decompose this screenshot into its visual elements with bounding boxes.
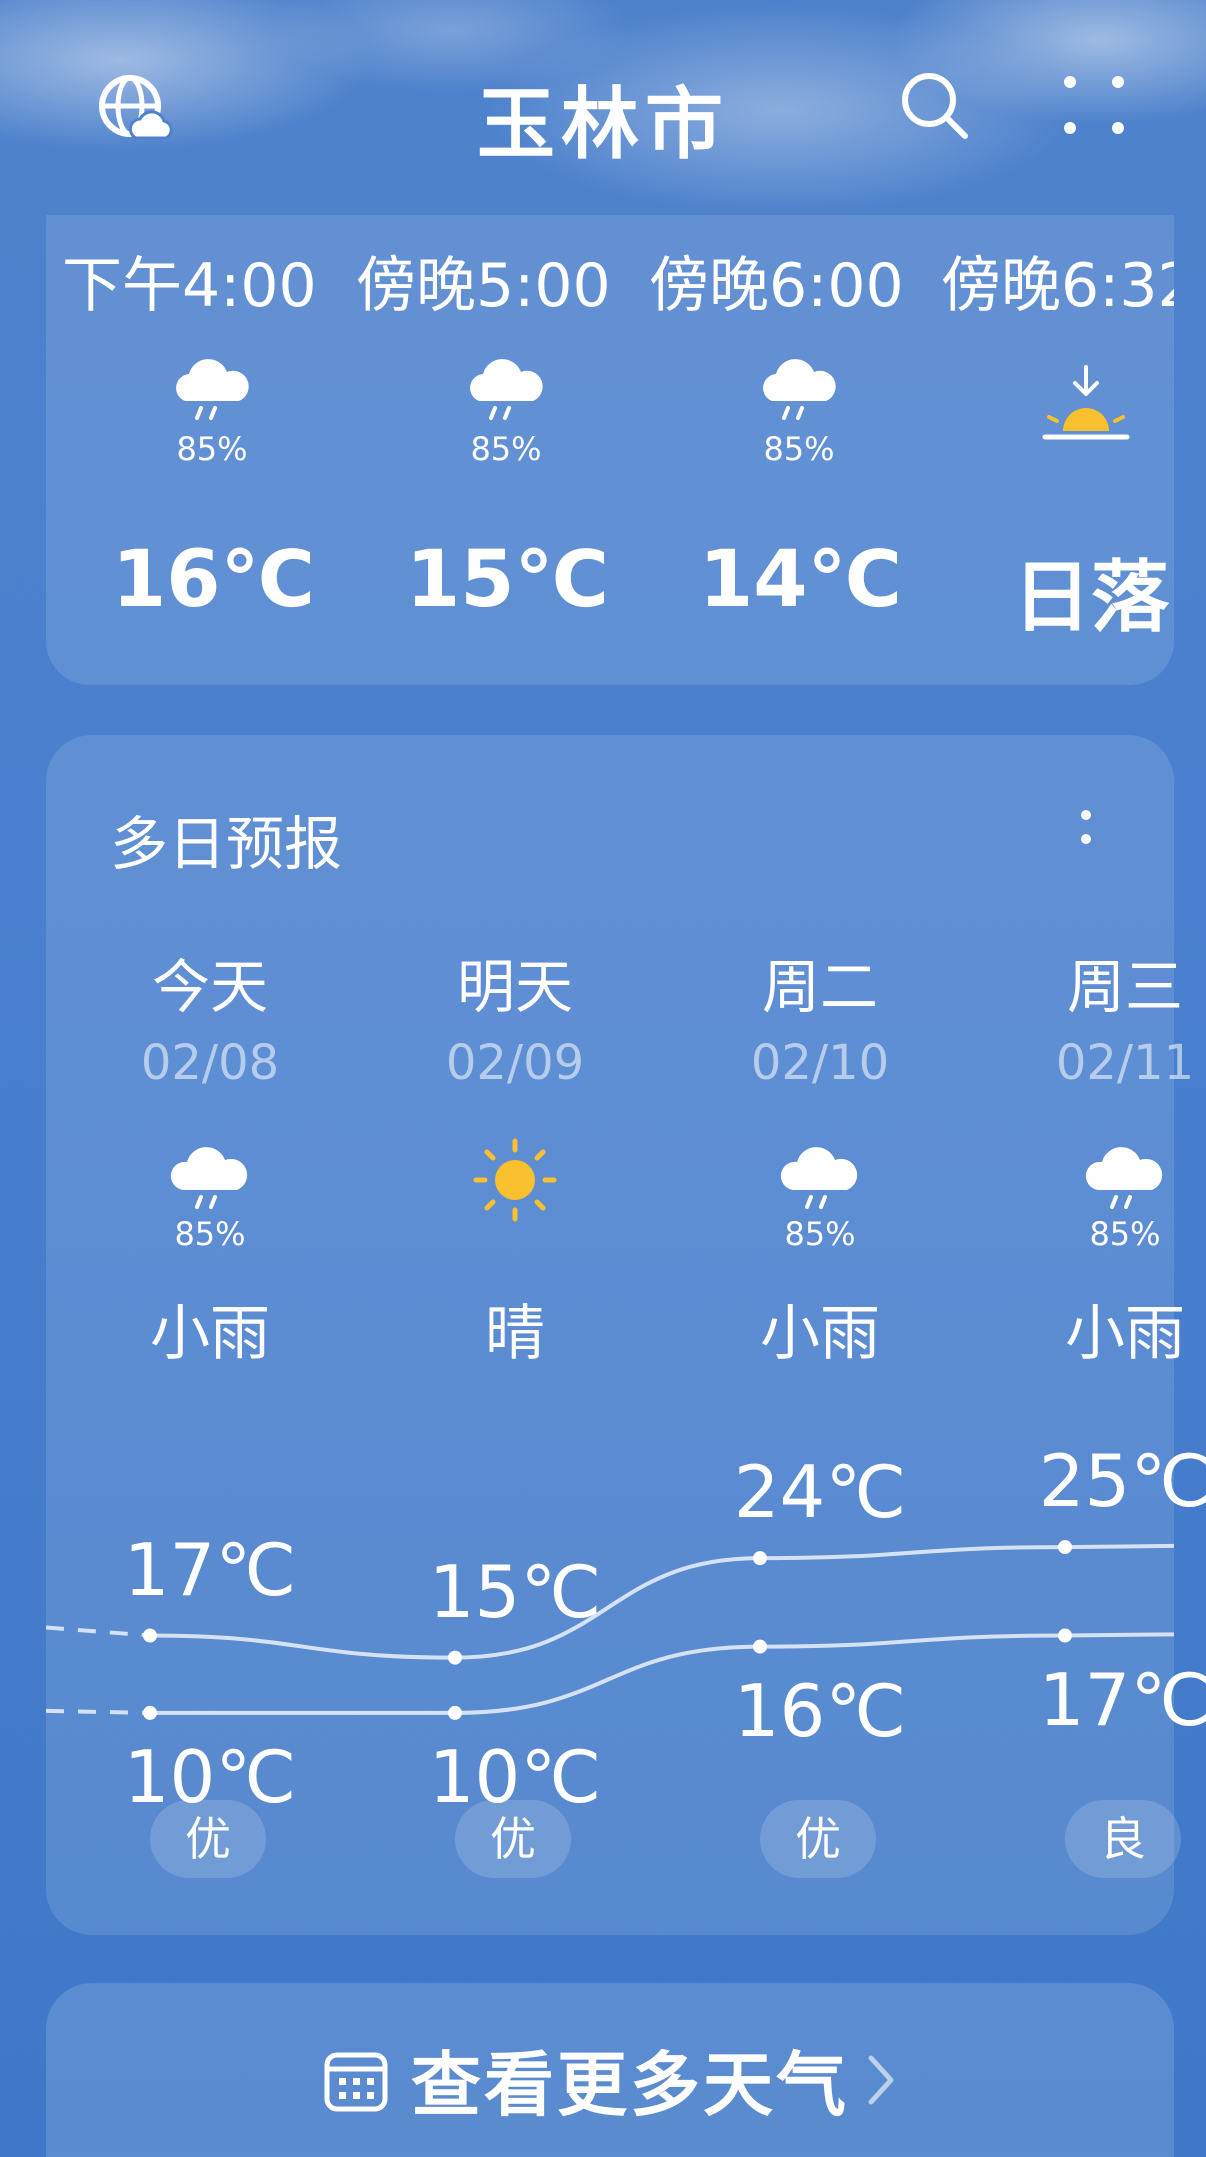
light-rain-cloud-icon	[754, 355, 844, 425]
sunset-label: 日落	[1012, 553, 1169, 643]
hour-temp: 14℃	[699, 535, 902, 625]
precip-chance: 85%	[176, 430, 248, 468]
high-temp: 17℃	[123, 1527, 297, 1612]
hour-time: 傍晚5:00	[356, 251, 611, 321]
hour-temp: 16℃	[112, 535, 315, 625]
day-column[interactable]: 周二 02/10 85% 小雨 24℃ 16℃ 优	[700, 735, 940, 1935]
precip-chance: 85%	[763, 430, 835, 468]
weather-condition: 小雨	[150, 1299, 270, 1369]
hour-temp: 15℃	[406, 535, 609, 625]
day-date: 02/08	[140, 1035, 280, 1091]
four-dots-menu-icon[interactable]	[1060, 70, 1130, 140]
more-weather-label: 查看更多天气	[411, 2044, 849, 2126]
day-name: 周三	[1066, 953, 1183, 1021]
weather-condition: 晴	[485, 1299, 545, 1369]
hour-time: 傍晚6:00	[649, 251, 904, 321]
precip-chance: 85%	[470, 430, 542, 468]
chevron-right-icon	[863, 2050, 897, 2110]
sunset-icon	[1041, 365, 1131, 445]
more-weather-button[interactable]: 查看更多天气	[46, 1983, 1174, 2157]
light-rain-cloud-icon	[1080, 1140, 1170, 1215]
more-weather-content: 查看更多天气	[46, 2029, 1174, 2126]
air-quality-badge: 优	[455, 1800, 571, 1878]
hourly-item[interactable]: 傍晚6:32 日落	[941, 215, 1174, 685]
day-column[interactable]: 周三 02/11 85% 小雨 25℃ 17℃ 良	[1005, 735, 1206, 1935]
day-column[interactable]: 今天 02/08 85% 小雨 17℃ 10℃ 优	[90, 735, 330, 1935]
multi-day-forecast-card: 多日预报 今天 02/08 85% 小雨 17℃ 10℃ 优 明天 02/09	[46, 735, 1206, 1935]
day-name: 周二	[761, 953, 878, 1021]
high-temp: 15℃	[428, 1549, 602, 1634]
hourly-forecast-card[interactable]: 下午4:00 85% 16℃ 傍晚5:00 85% 15℃ 傍晚6:00 85%…	[46, 215, 1174, 685]
hour-time: 下午4:00	[62, 251, 317, 321]
light-rain-cloud-icon	[775, 1140, 865, 1215]
light-rain-cloud-icon	[461, 355, 551, 425]
weather-condition: 小雨	[760, 1299, 880, 1369]
low-temp: 17℃	[1038, 1657, 1206, 1742]
light-rain-cloud-icon	[167, 355, 257, 425]
day-name: 今天	[151, 953, 268, 1021]
day-date: 02/10	[750, 1035, 890, 1091]
day-date: 02/09	[445, 1035, 585, 1091]
hourly-item[interactable]: 傍晚5:00 85% 15℃	[356, 215, 656, 685]
sun-icon	[470, 1135, 560, 1222]
air-quality-badge: 优	[760, 1800, 876, 1878]
air-quality-badge: 良	[1065, 1800, 1181, 1878]
high-temp: 24℃	[733, 1450, 907, 1535]
day-date: 02/11	[1055, 1035, 1195, 1091]
air-quality-badge: 优	[150, 1800, 266, 1878]
high-temp: 25℃	[1038, 1439, 1206, 1524]
precip-chance: 85%	[784, 1215, 856, 1253]
precip-chance: 85%	[174, 1215, 246, 1253]
hour-time: 傍晚6:32	[941, 251, 1174, 321]
low-temp: 16℃	[733, 1668, 907, 1753]
hourly-item[interactable]: 下午4:00 85% 16℃	[62, 215, 362, 685]
day-name: 明天	[456, 953, 573, 1021]
precip-chance: 85%	[1089, 1215, 1161, 1253]
hourly-item[interactable]: 傍晚6:00 85% 14℃	[649, 215, 949, 685]
app-header: 玉林市	[0, 0, 1206, 215]
calendar-icon	[323, 2047, 389, 2113]
city-title[interactable]: 玉林市	[0, 62, 1206, 174]
day-column[interactable]: 明天 02/09 晴 15℃ 10℃ 优	[395, 735, 635, 1935]
weather-condition: 小雨	[1065, 1299, 1185, 1369]
light-rain-cloud-icon	[165, 1140, 255, 1215]
search-icon[interactable]	[895, 66, 975, 146]
